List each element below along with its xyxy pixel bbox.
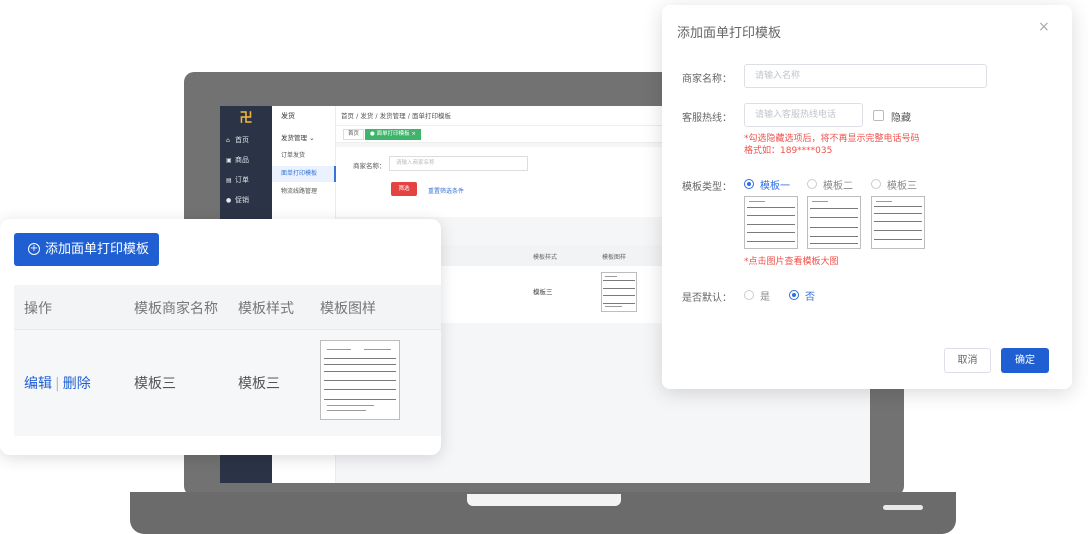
sidebar-item-goods[interactable]: ▣ 商品 bbox=[220, 150, 272, 170]
radio-template-2[interactable] bbox=[807, 179, 817, 189]
template-preview-note: *点击图片查看模板大图 bbox=[744, 257, 839, 267]
action-divider: | bbox=[55, 376, 60, 392]
header-style: 模板样式 bbox=[533, 254, 558, 261]
radio-template-2-label: 模板二 bbox=[823, 181, 853, 192]
chevron-down-icon: ⌄ bbox=[309, 134, 315, 142]
radio-template-3[interactable] bbox=[871, 179, 881, 189]
radio-default-no-label: 否 bbox=[805, 292, 815, 303]
subnav-title: 发货 bbox=[281, 112, 295, 120]
subnav-item-print-template[interactable]: 面单打印模板 bbox=[272, 166, 336, 182]
home-icon: ⌂ bbox=[226, 137, 230, 144]
promo-icon: ● bbox=[226, 197, 232, 204]
default-label: 是否默认： bbox=[682, 293, 732, 304]
row-style: 模板三 bbox=[238, 376, 280, 392]
goods-icon: ▣ bbox=[226, 157, 232, 164]
delete-link[interactable]: 删除 bbox=[63, 376, 91, 392]
header-actions: 操作 bbox=[24, 301, 52, 317]
list-table-header: 操作 模板商家名称 模板样式 模板图样 bbox=[14, 285, 441, 329]
template-1-preview[interactable] bbox=[744, 196, 798, 249]
table-row: 编辑 | 删除 模板三 模板三 bbox=[14, 329, 441, 436]
dialog-title: 添加面单打印模板 bbox=[677, 26, 782, 41]
hotline-input[interactable]: 请输入客服热线电话 bbox=[744, 103, 863, 127]
radio-default-yes-label: 是 bbox=[760, 292, 770, 303]
radio-default-yes[interactable] bbox=[744, 290, 754, 300]
filter-merchant-input[interactable]: 请输入商家名称 bbox=[389, 156, 528, 171]
radio-template-1-label: 模板一 bbox=[760, 181, 790, 192]
hotline-note: *勾选隐藏选项后，将不再显示完整电话号码 bbox=[744, 134, 920, 144]
header-sample: 模板图样 bbox=[320, 301, 376, 317]
template-list-card: + 添加面单打印模板 操作 模板商家名称 模板样式 模板图样 编辑 | 删除 模板三… bbox=[0, 219, 441, 455]
order-icon: ▤ bbox=[226, 177, 232, 184]
brand-logo-icon: 卍 bbox=[239, 111, 253, 126]
hide-hotline-label: 隐藏 bbox=[891, 113, 911, 124]
plus-circle-icon: + bbox=[28, 243, 40, 255]
tab-current[interactable]: ● 面单打印模板 × bbox=[365, 129, 421, 140]
subnav-group[interactable]: 发货管理 ⌄ bbox=[281, 132, 315, 142]
header-style: 模板样式 bbox=[238, 301, 294, 317]
subnav-item-logistics[interactable]: 物流线路管理 bbox=[272, 184, 336, 200]
stage: 卍 ⌂ 首页 ▣ 商品 ▤ 订单 ● 促销 发货 发货管理 ⌄ 订单发货 面单打印模板 … bbox=[0, 0, 1088, 534]
hide-hotline-checkbox[interactable] bbox=[873, 110, 884, 121]
add-template-button[interactable]: + 添加面单打印模板 bbox=[14, 233, 159, 266]
laptop-indicator bbox=[883, 505, 923, 510]
row-style: 模板三 bbox=[533, 288, 553, 296]
template-type-label: 模板类型： bbox=[682, 182, 732, 193]
laptop-notch bbox=[467, 494, 621, 506]
cancel-button[interactable]: 取消 bbox=[944, 348, 991, 373]
close-icon[interactable]: × bbox=[1038, 19, 1050, 35]
merchant-label: 商家名称： bbox=[682, 74, 732, 85]
merchant-input[interactable]: 请输入名称 bbox=[744, 64, 987, 88]
row-merchant: 模板三 bbox=[134, 376, 176, 392]
template-thumbnail[interactable] bbox=[601, 272, 637, 312]
header-sample: 模板图样 bbox=[602, 254, 627, 261]
radio-template-1[interactable] bbox=[744, 179, 754, 189]
hotline-format-note: 格式如：189****035 bbox=[744, 146, 833, 156]
edit-link[interactable]: 编辑 bbox=[24, 376, 52, 392]
add-template-dialog: 添加面单打印模板 × 商家名称： 请输入名称 客服热线： 请输入客服热线电话 隐… bbox=[662, 5, 1072, 389]
sidebar-item-orders[interactable]: ▤ 订单 bbox=[220, 170, 272, 190]
sidebar-item-home[interactable]: ⌂ 首页 bbox=[220, 130, 272, 150]
template-3-preview[interactable] bbox=[871, 196, 925, 249]
radio-default-no[interactable] bbox=[789, 290, 799, 300]
template-thumbnail[interactable] bbox=[320, 340, 400, 420]
sidebar-item-promo[interactable]: ● 促销 bbox=[220, 190, 272, 210]
confirm-button[interactable]: 确定 bbox=[1001, 348, 1049, 373]
tab-home[interactable]: 首页 bbox=[343, 129, 365, 140]
radio-template-3-label: 模板三 bbox=[887, 181, 917, 192]
header-merchant: 模板商家名称 bbox=[134, 301, 218, 317]
filter-search-button[interactable]: 筛选 bbox=[391, 182, 417, 196]
template-2-preview[interactable] bbox=[807, 196, 861, 249]
subnav-item-order-ship[interactable]: 订单发货 bbox=[272, 148, 336, 164]
filter-reset-link[interactable]: 重置筛选条件 bbox=[428, 186, 464, 195]
filter-merchant-label: 商家名称： bbox=[353, 162, 386, 170]
hotline-label: 客服热线： bbox=[682, 113, 732, 124]
row-actions: 编辑 | 删除 bbox=[24, 373, 91, 393]
